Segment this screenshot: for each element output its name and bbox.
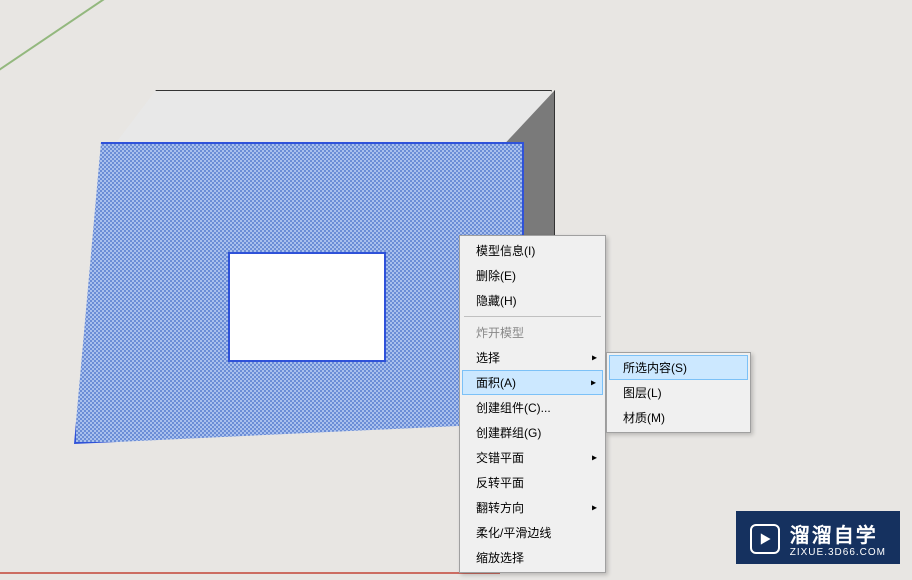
menu-soften-smooth[interactable]: 柔化/平滑边线 xyxy=(462,520,603,545)
box-hole xyxy=(228,252,386,362)
menu-model-info[interactable]: 模型信息(I) xyxy=(462,238,603,263)
submenu-material[interactable]: 材质(M) xyxy=(609,405,748,430)
context-menu-main: 模型信息(I) 删除(E) 隐藏(H) 炸开模型 选择 ▸ 面积(A) ▸ 创建… xyxy=(459,235,606,573)
submenu-arrow-icon: ▸ xyxy=(592,352,597,363)
menu-flip-label: 翻转方向 xyxy=(476,501,524,515)
menu-reverse-faces[interactable]: 反转平面 xyxy=(462,470,603,495)
menu-zoom-selection[interactable]: 缩放选择 xyxy=(462,545,603,570)
menu-delete[interactable]: 删除(E) xyxy=(462,263,603,288)
watermark-title: 溜溜自学 xyxy=(790,519,886,548)
watermark-text: 溜溜自学 ZIXUE.3D66.COM xyxy=(790,519,886,558)
submenu-arrow-icon: ▸ xyxy=(591,377,596,388)
menu-intersect-faces[interactable]: 交错平面 ▸ xyxy=(462,445,603,470)
menu-create-component[interactable]: 创建组件(C)... xyxy=(462,395,603,420)
menu-create-group[interactable]: 创建群组(G) xyxy=(462,420,603,445)
menu-select[interactable]: 选择 ▸ xyxy=(462,345,603,370)
menu-explode: 炸开模型 xyxy=(462,320,603,345)
watermark-badge: 溜溜自学 ZIXUE.3D66.COM xyxy=(736,511,900,564)
menu-select-label: 选择 xyxy=(476,351,500,365)
menu-area-label: 面积(A) xyxy=(476,376,516,390)
play-icon xyxy=(750,524,780,554)
submenu-arrow-icon: ▸ xyxy=(592,502,597,513)
submenu-layer[interactable]: 图层(L) xyxy=(609,380,748,405)
box-top-face xyxy=(112,90,552,148)
menu-intersect-label: 交错平面 xyxy=(476,451,524,465)
submenu-arrow-icon: ▸ xyxy=(592,452,597,463)
menu-separator xyxy=(464,316,601,317)
red-axis xyxy=(0,572,500,574)
context-menu-area-submenu: 所选内容(S) 图层(L) 材质(M) xyxy=(606,352,751,433)
menu-area[interactable]: 面积(A) ▸ xyxy=(462,370,603,395)
menu-flip-along[interactable]: 翻转方向 ▸ xyxy=(462,495,603,520)
watermark-url: ZIXUE.3D66.COM xyxy=(790,547,886,558)
3d-viewport[interactable] xyxy=(0,0,912,580)
submenu-selection[interactable]: 所选内容(S) xyxy=(609,355,748,380)
box-front-face-selected xyxy=(74,142,524,444)
menu-hide[interactable]: 隐藏(H) xyxy=(462,288,603,313)
